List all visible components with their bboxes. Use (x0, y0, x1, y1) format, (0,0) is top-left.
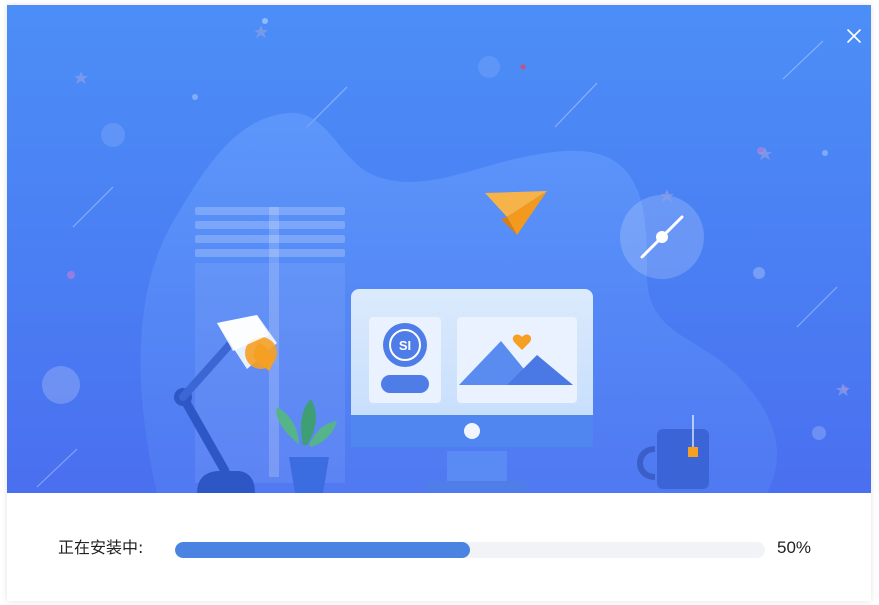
install-status-label: 正在安装中: (58, 538, 144, 557)
banner-illustration: SI (7, 5, 871, 493)
logo-text: SI (399, 338, 411, 353)
install-progress-percent: 50% (777, 538, 812, 557)
install-progress-bar (175, 542, 765, 558)
install-progress-fill (175, 542, 470, 558)
close-button[interactable] (843, 25, 865, 47)
illustration-art: SI (36, 18, 850, 493)
installer-window: SI 正在安装中: 50% (7, 5, 871, 601)
install-footer: 正在安装中: 50% (7, 493, 871, 601)
close-icon (847, 29, 861, 43)
clock-icon (620, 195, 704, 279)
